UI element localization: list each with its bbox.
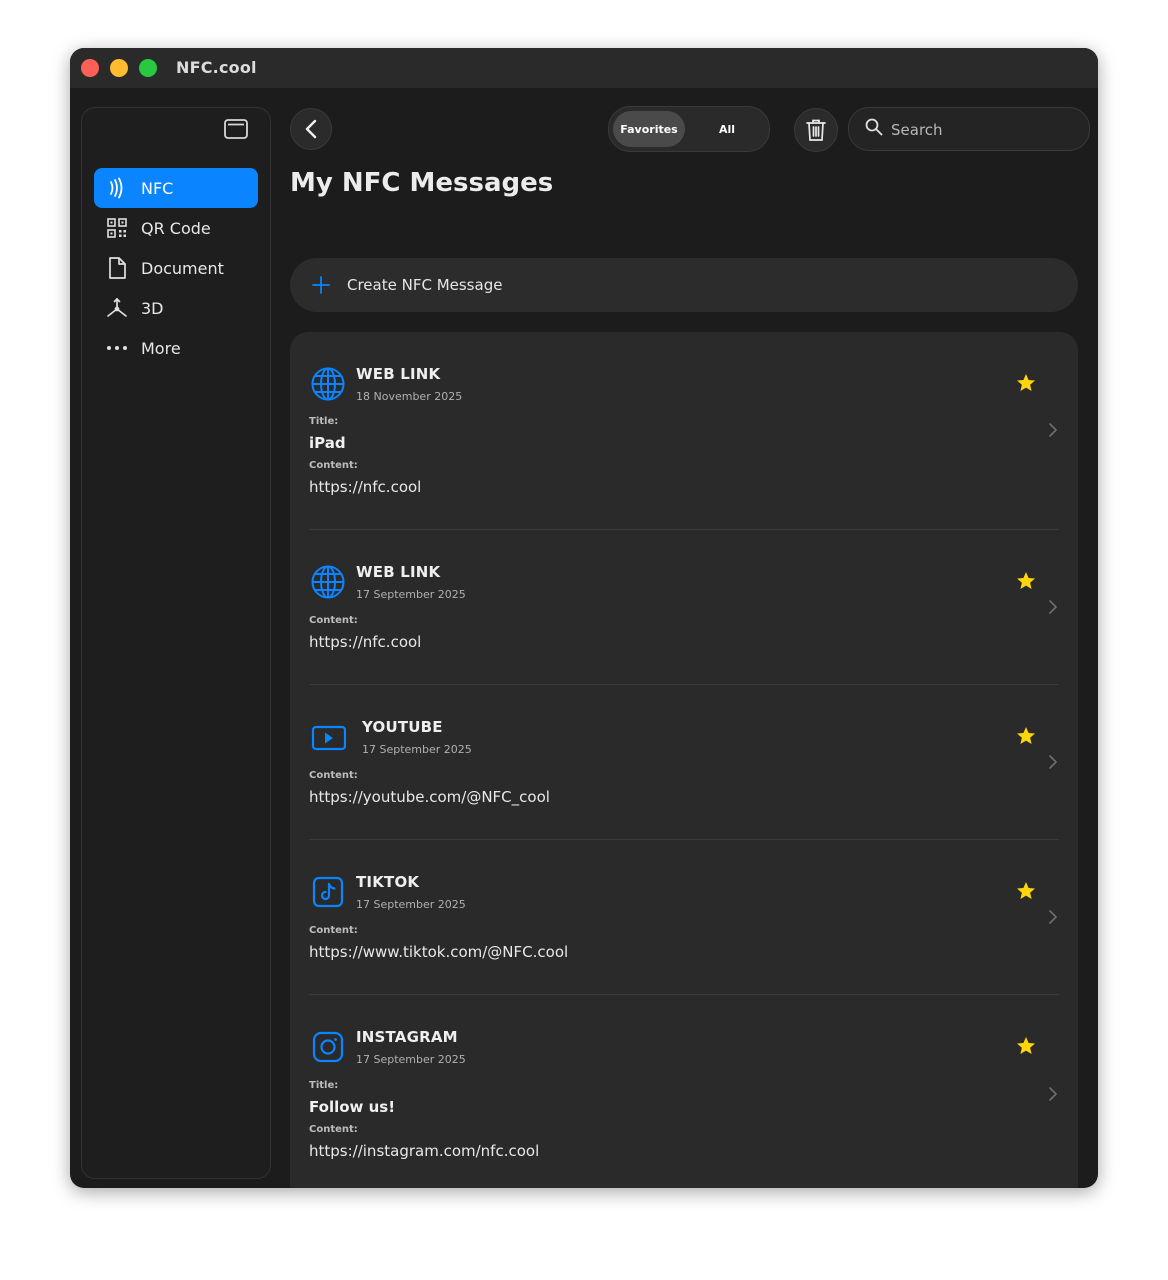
message-content: https://www.tiktok.com/@NFC.cool: [309, 943, 569, 961]
delete-button[interactable]: [794, 108, 838, 152]
search-icon: [865, 118, 883, 136]
title-bar: NFC.cool: [70, 48, 1098, 88]
sidebar-item-more[interactable]: More: [94, 328, 258, 368]
sidebar-item-qr-code[interactable]: QR Code: [94, 208, 258, 248]
message-title: Follow us!: [309, 1098, 396, 1116]
3d-icon: [105, 296, 129, 320]
zoom-window-button[interactable]: [139, 59, 157, 77]
favorite-star-icon[interactable]: [1016, 373, 1036, 393]
sidebar-item-label: Document: [141, 258, 224, 278]
chevron-right-icon: [1049, 1087, 1057, 1101]
message-type: WEB LINK: [356, 563, 441, 581]
sidebar: NFC QR Code Document 3D More: [81, 107, 271, 1179]
sidebar-item-label: More: [141, 338, 181, 358]
list-item[interactable]: YOUTUBE 17 September 2025 Content: https…: [290, 685, 1078, 840]
youtube-icon: [311, 725, 346, 751]
minimize-window-button[interactable]: [110, 59, 128, 77]
message-type: WEB LINK: [356, 365, 441, 383]
nfc-icon: [105, 176, 129, 200]
sidebar-toggle-icon[interactable]: [224, 119, 248, 139]
instagram-icon: [312, 1031, 344, 1063]
app-title: NFC.cool: [176, 58, 257, 77]
back-button[interactable]: [290, 108, 332, 150]
message-date: 17 September 2025: [356, 898, 466, 911]
favorite-star-icon[interactable]: [1016, 1036, 1036, 1056]
message-date: 17 September 2025: [356, 1053, 466, 1066]
list-item[interactable]: WEB LINK 18 November 2025 Title: iPad Co…: [290, 332, 1078, 530]
list-item[interactable]: INSTAGRAM 17 September 2025 Title: Follo…: [290, 995, 1078, 1188]
sidebar-item-document[interactable]: Document: [94, 248, 258, 288]
create-nfc-message-button[interactable]: Create NFC Message: [290, 258, 1078, 312]
message-content: https://instagram.com/nfc.cool: [309, 1142, 540, 1160]
qr-code-icon: [105, 216, 129, 240]
content-label: Content:: [309, 1124, 358, 1135]
sidebar-item-3d[interactable]: 3D: [94, 288, 258, 328]
close-window-button[interactable]: [81, 59, 99, 77]
message-type: INSTAGRAM: [356, 1028, 458, 1046]
chevron-right-icon: [1049, 910, 1057, 924]
message-content: https://youtube.com/@NFC_cool: [309, 788, 550, 806]
sidebar-item-nfc[interactable]: NFC: [94, 168, 258, 208]
filter-segmented-control: Favorites All: [608, 106, 770, 152]
list-item[interactable]: WEB LINK 17 September 2025 Content: http…: [290, 530, 1078, 685]
chevron-left-icon: [305, 119, 317, 139]
sidebar-item-label: NFC: [141, 178, 174, 198]
content-label: Content:: [309, 925, 358, 936]
page-title: My NFC Messages: [290, 168, 554, 198]
message-title: iPad: [309, 434, 346, 452]
message-type: YOUTUBE: [362, 718, 443, 736]
document-icon: [105, 256, 129, 280]
favorite-star-icon[interactable]: [1016, 881, 1036, 901]
chevron-right-icon: [1049, 600, 1057, 614]
globe-icon: [311, 367, 345, 401]
chevron-right-icon: [1049, 755, 1057, 769]
favorite-star-icon[interactable]: [1016, 726, 1036, 746]
list-item[interactable]: TIKTOK 17 September 2025 Content: https:…: [290, 840, 1078, 995]
chevron-right-icon: [1049, 423, 1057, 437]
title-label: Title:: [309, 416, 339, 427]
segment-all[interactable]: All: [697, 111, 757, 147]
message-date: 17 September 2025: [362, 743, 472, 756]
segment-favorites[interactable]: Favorites: [613, 111, 685, 147]
message-date: 18 November 2025: [356, 390, 463, 403]
main-content: Favorites All My NFC Messages Create NFC…: [281, 88, 1098, 1188]
favorite-star-icon[interactable]: [1016, 571, 1036, 591]
content-label: Content:: [309, 770, 358, 781]
message-list: WEB LINK 18 November 2025 Title: iPad Co…: [290, 332, 1078, 1188]
message-date: 17 September 2025: [356, 588, 466, 601]
message-content: https://nfc.cool: [309, 478, 422, 496]
search-input[interactable]: [889, 116, 1083, 144]
globe-icon: [311, 565, 345, 599]
sidebar-item-label: QR Code: [141, 218, 211, 238]
content-label: Content:: [309, 460, 358, 471]
message-content: https://nfc.cool: [309, 633, 422, 651]
message-type: TIKTOK: [356, 873, 420, 891]
search-field[interactable]: [848, 107, 1090, 151]
tiktok-icon: [312, 876, 344, 908]
sidebar-item-label: 3D: [141, 298, 164, 318]
app-window: NFC.cool NFC QR Code Document 3D More Fa…: [70, 48, 1098, 1188]
title-label: Title:: [309, 1080, 339, 1091]
content-label: Content:: [309, 615, 358, 626]
trash-icon: [806, 119, 826, 141]
create-nfc-message-label: Create NFC Message: [347, 276, 503, 294]
more-icon: [105, 336, 129, 360]
plus-icon: [312, 276, 330, 294]
